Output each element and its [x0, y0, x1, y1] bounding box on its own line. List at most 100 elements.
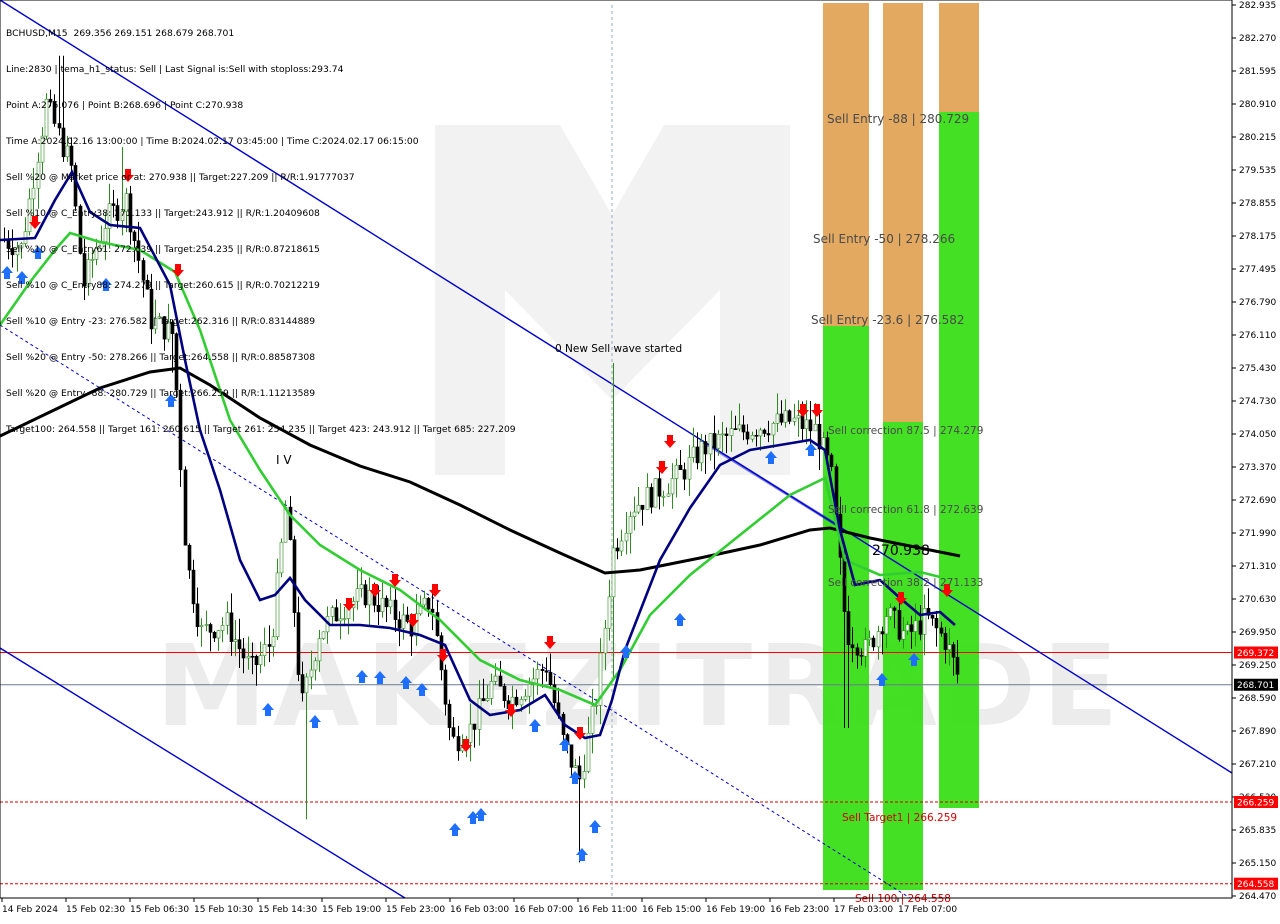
level-label-3: Sell Entry -23.6 | 276.582 [811, 313, 965, 327]
candle-body-137 [573, 765, 578, 768]
candle-body-68 [283, 506, 288, 543]
candle-body-82 [342, 618, 347, 620]
candle-body-145 [607, 596, 612, 629]
candle-body-170 [712, 433, 717, 449]
candle-body-114 [477, 698, 482, 730]
level-label-1: Sell Entry -88 | 280.729 [827, 112, 969, 126]
x-tick-label-12: 16 Feb 19:00 [706, 905, 765, 915]
candle-body-81 [338, 618, 343, 622]
candle-body-102 [426, 597, 431, 610]
candle-body-203 [850, 644, 855, 649]
y-tick-label-7: 278.855 [1239, 199, 1276, 209]
y-tick-label-17: 271.990 [1239, 529, 1276, 539]
candle-body-86 [359, 584, 364, 589]
candle-body-147 [615, 547, 620, 552]
candle-body-160 [670, 478, 675, 495]
y-tick-label-26: 265.835 [1239, 826, 1276, 836]
info-line-11: Target100: 264.558 || Target 161: 260.61… [6, 424, 516, 435]
candle-body-210 [880, 631, 885, 635]
sell-zone-orange-3 [939, 3, 979, 112]
candle-body-128 [535, 668, 540, 680]
y-tick-label-22: 268.590 [1239, 694, 1276, 704]
info-line-9: Sell %20 @ Entry -50: 278.266 || Target:… [6, 352, 316, 363]
candle-body-63 [262, 644, 267, 656]
candle-body-163 [682, 469, 687, 480]
candle-body-139 [582, 771, 587, 780]
candle-body-118 [493, 675, 498, 682]
candle-body-44 [183, 469, 188, 546]
candle-body-192 [804, 419, 809, 430]
candle-body-95 [397, 619, 402, 629]
candle-body-71 [296, 612, 301, 675]
candle-body-165 [691, 446, 696, 458]
y-tick-label-9: 277.495 [1239, 265, 1276, 275]
candle-body-74 [309, 669, 314, 678]
candle-body-173 [724, 433, 729, 436]
y-tick-label-3: 281.595 [1239, 67, 1276, 77]
candle-body-106 [443, 669, 448, 705]
info-line-5: Sell %10 @ C_Entry38: 271.133 || Target:… [6, 208, 320, 219]
candle-body-153 [640, 504, 645, 510]
candle-body-112 [468, 723, 473, 743]
candle-body-144 [603, 627, 608, 654]
candle-body-94 [393, 599, 398, 620]
candle-body-109 [456, 736, 461, 752]
candle-body-217 [909, 624, 914, 632]
x-tick-label-9: 16 Feb 07:00 [514, 905, 573, 915]
candle-body-52 [216, 630, 221, 639]
candle-body-155 [649, 487, 654, 508]
candle-body-115 [481, 698, 486, 701]
candle-body-182 [762, 429, 767, 434]
candle-body-198 [829, 454, 834, 467]
candle-body-174 [729, 428, 734, 436]
candle-body-169 [708, 433, 713, 455]
candle-body-56 [233, 639, 238, 642]
candle-body-140 [586, 732, 591, 772]
candle-body-154 [645, 487, 650, 510]
info-line-8: Sell %10 @ Entry -23: 276.582 || Target:… [6, 316, 316, 327]
candle-body-117 [489, 681, 494, 699]
x-tick-label-6: 15 Feb 19:00 [322, 905, 381, 915]
candle-body-88 [367, 589, 372, 606]
candle-body-65 [271, 636, 276, 647]
y-tick-label-28: 264.470 [1239, 892, 1276, 902]
candle-body-148 [619, 540, 624, 552]
candle-body-47 [195, 603, 200, 627]
candle-body-126 [527, 683, 532, 697]
chart-root: MAKEZITRADE Sell Entry -88 | 280.729 Sell… [0, 0, 1280, 920]
candle-body-91 [380, 597, 385, 612]
candle-body-116 [485, 698, 490, 701]
candle-body-113 [472, 723, 477, 730]
candle-body-175 [733, 428, 738, 430]
candle-body-226 [947, 644, 952, 650]
candle-body-66 [275, 572, 280, 637]
symbol-header: BCHUSD,M15 269.356 269.151 268.679 268.7… [6, 28, 235, 39]
candle-body-96 [401, 614, 406, 629]
candle-body-162 [678, 464, 683, 470]
candle-body-202 [846, 611, 851, 646]
candle-body-161 [674, 464, 679, 479]
candle-body-62 [258, 655, 263, 666]
candle-body-179 [750, 434, 755, 440]
candle-body-49 [204, 624, 209, 626]
candle-body-168 [703, 441, 708, 455]
candle-body-177 [741, 424, 746, 433]
x-tick-label-7: 15 Feb 23:00 [386, 905, 445, 915]
candle-body-77 [321, 631, 326, 639]
candle-body-76 [317, 638, 322, 662]
candle-body-45 [187, 544, 192, 571]
x-tick-label-2: 15 Feb 02:30 [66, 905, 125, 915]
candle-body-107 [447, 703, 452, 728]
candle-body-219 [918, 620, 923, 635]
candle-body-225 [943, 632, 948, 650]
candle-body-93 [388, 599, 393, 608]
candle-body-75 [313, 660, 318, 671]
candle-body-178 [745, 431, 750, 440]
candle-body-64 [267, 644, 272, 647]
x-tick-label-8: 16 Feb 03:00 [450, 905, 509, 915]
info-line-1: Line:2830 | tema_h1_status: Sell | Last … [6, 64, 344, 75]
candle-body-129 [540, 668, 545, 672]
candle-body-164 [687, 457, 692, 480]
candle-body-54 [225, 612, 230, 626]
candle-body-194 [813, 424, 818, 432]
